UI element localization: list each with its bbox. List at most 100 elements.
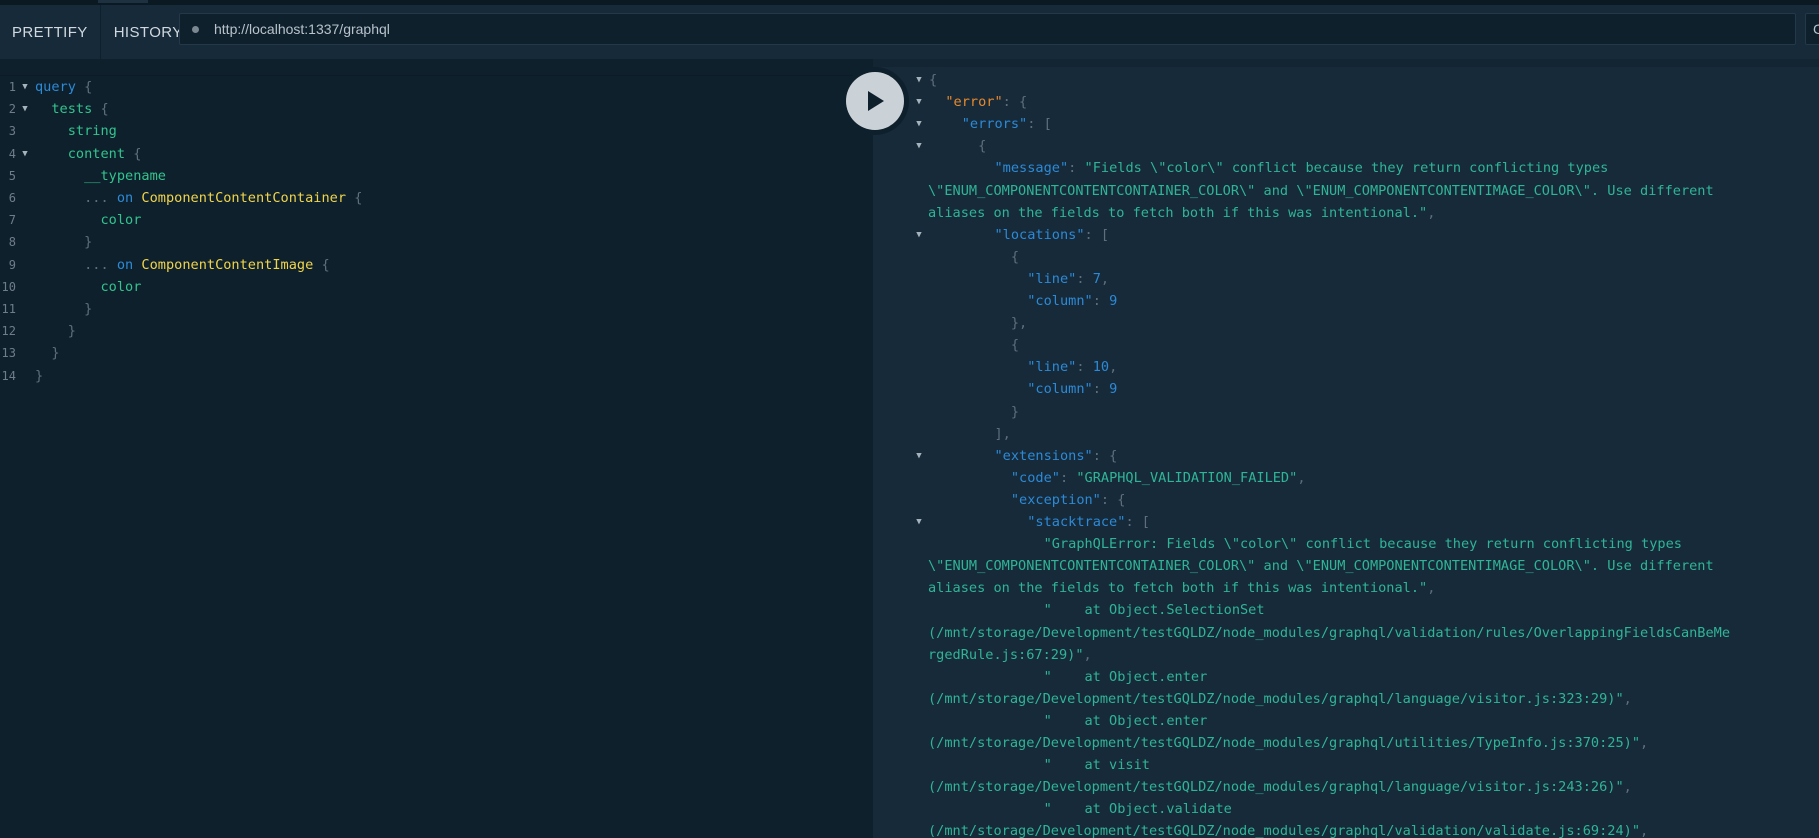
token-field: __typename: [35, 167, 166, 184]
result-line: ▼{: [873, 69, 1819, 91]
token-err: "error": [945, 94, 1003, 111]
token-punc: {: [75, 79, 93, 95]
token-punc: ,: [1100, 270, 1110, 287]
token-str: " at visit: [1043, 757, 1150, 774]
code-text: __typename: [35, 165, 166, 187]
token-punc: ...: [35, 256, 117, 273]
fold-arrow-icon[interactable]: ▼: [19, 98, 31, 120]
token-punc: ,: [1427, 204, 1436, 221]
result-text: " at Object.enter: [929, 710, 1208, 732]
result-line: {: [873, 246, 1819, 268]
fold-arrow-icon[interactable]: ▼: [913, 113, 925, 135]
result-line: (/mnt/storage/Development/testGQLDZ/node…: [873, 732, 1819, 754]
token-punc: [929, 227, 994, 243]
token-num: 9: [1109, 293, 1118, 309]
result-text: "exception": {: [929, 489, 1126, 511]
line-number: 2: [8, 102, 16, 117]
result-text: {: [929, 69, 937, 91]
token-punc: [929, 536, 1044, 552]
token-punc: :: [1076, 359, 1093, 376]
prettify-button[interactable]: PRETTIFY: [0, 5, 100, 59]
token-key: "exception": [1010, 491, 1101, 508]
result-line: "column": 9: [873, 290, 1819, 312]
token-str: " at Object.validate: [1043, 801, 1232, 818]
token-punc: [929, 470, 1011, 486]
token-punc: [929, 757, 1044, 773]
result-line: ▼ {: [873, 135, 1819, 157]
play-icon: [868, 91, 884, 111]
result-text: " at Object.SelectionSet: [929, 599, 1265, 621]
line-number: 4: [8, 146, 16, 161]
active-tab-marker[interactable]: [98, 0, 148, 3]
query-editor[interactable]: 1 ▼ query {2 ▼ tests {3 string 4 ▼ content {5…: [0, 59, 873, 838]
result-line: "line": 10,: [873, 356, 1819, 378]
token-num: 10: [1092, 359, 1110, 376]
result-viewer[interactable]: ▼{▼ "error": {▼ "errors": [▼ { "message"…: [873, 59, 1819, 838]
token-num: 9: [1109, 381, 1118, 398]
run-query-button[interactable]: [841, 67, 909, 135]
fold-arrow-icon[interactable]: ▼: [19, 143, 31, 165]
fold-arrow-icon[interactable]: ▼: [913, 511, 925, 533]
line-number: 7: [8, 213, 16, 228]
token-num: 7: [1092, 270, 1101, 287]
result-text: "extensions": {: [929, 445, 1117, 467]
result-line: "GraphQLError: Fields \"color\" conflict…: [873, 533, 1819, 555]
token-punc: [929, 448, 994, 464]
line-number: 12: [1, 324, 16, 339]
token-punc: {: [929, 248, 1020, 265]
token-key: "errors": [961, 116, 1028, 133]
line-number: 6: [8, 191, 16, 205]
token-punc: [929, 801, 1044, 817]
token-key: "code": [1010, 469, 1060, 486]
token-key: "column": [1027, 381, 1093, 398]
token-key: "column": [1027, 293, 1093, 309]
result-line: "column": 9: [873, 378, 1819, 400]
token-punc: {: [125, 145, 142, 162]
result-text: " at Object.enter: [929, 666, 1208, 688]
code-text: ... on ComponentContentImage {: [35, 254, 330, 276]
token-punc: : [: [1084, 226, 1110, 243]
token-punc: }: [35, 301, 93, 317]
result-text: "message": "Fields \"color\" conflict be…: [929, 157, 1608, 179]
fold-arrow-icon[interactable]: ▼: [913, 135, 925, 157]
token-punc: :: [1076, 270, 1093, 287]
fold-arrow-icon[interactable]: ▼: [913, 91, 925, 113]
token-punc: ,: [1297, 469, 1306, 486]
code-text: }: [35, 365, 43, 387]
token-str: " at Object.enter: [1043, 712, 1208, 729]
result-text: "errors": [: [929, 113, 1052, 135]
result-text: {: [929, 334, 1019, 356]
endpoint-url-input[interactable]: http://localhost:1337/graphql: [179, 13, 1796, 45]
code-text: content {: [35, 143, 142, 165]
line-number: 10: [1, 279, 16, 294]
result-line: ▼ "errors": [: [873, 113, 1819, 135]
line-number: 5: [8, 168, 16, 183]
fold-arrow-icon[interactable]: ▼: [913, 445, 925, 467]
token-punc: : {: [1100, 491, 1126, 508]
fold-arrow-icon[interactable]: ▼: [19, 76, 31, 98]
result-text: "line": 10,: [929, 356, 1117, 378]
token-punc: }: [35, 367, 44, 384]
result-line: (/mnt/storage/Development/testGQLDZ/node…: [873, 776, 1819, 798]
token-kw: on: [116, 190, 134, 206]
token-type: ComponentContentImage: [141, 256, 314, 273]
result-text: "line": 7,: [929, 268, 1109, 290]
result-line: (/mnt/storage/Development/testGQLDZ/node…: [873, 688, 1819, 710]
result-text: "code": "GRAPHQL_VALIDATION_FAILED",: [929, 467, 1306, 489]
token-punc: : {: [1092, 447, 1118, 464]
result-text: rgedRule.js:67:29)",: [928, 644, 1092, 666]
token-punc: ,: [1083, 646, 1092, 663]
fold-arrow-icon[interactable]: ▼: [913, 69, 925, 91]
status-dot-icon: [192, 25, 199, 33]
token-key: "line": [1027, 270, 1077, 287]
fold-arrow-icon[interactable]: ▼: [913, 224, 925, 246]
token-kw: query: [35, 79, 76, 95]
editor-top-band: [0, 59, 873, 76]
token-punc: [929, 713, 1044, 729]
token-field: string: [35, 123, 117, 140]
result-line: (/mnt/storage/Development/testGQLDZ/node…: [873, 820, 1819, 838]
toolbar-edge-button[interactable]: C: [1805, 13, 1819, 45]
token-punc: ,: [1640, 735, 1649, 751]
result-line: (/mnt/storage/Development/testGQLDZ/node…: [873, 622, 1819, 644]
token-str: aliases on the fields to fetch both if t…: [928, 204, 1428, 221]
